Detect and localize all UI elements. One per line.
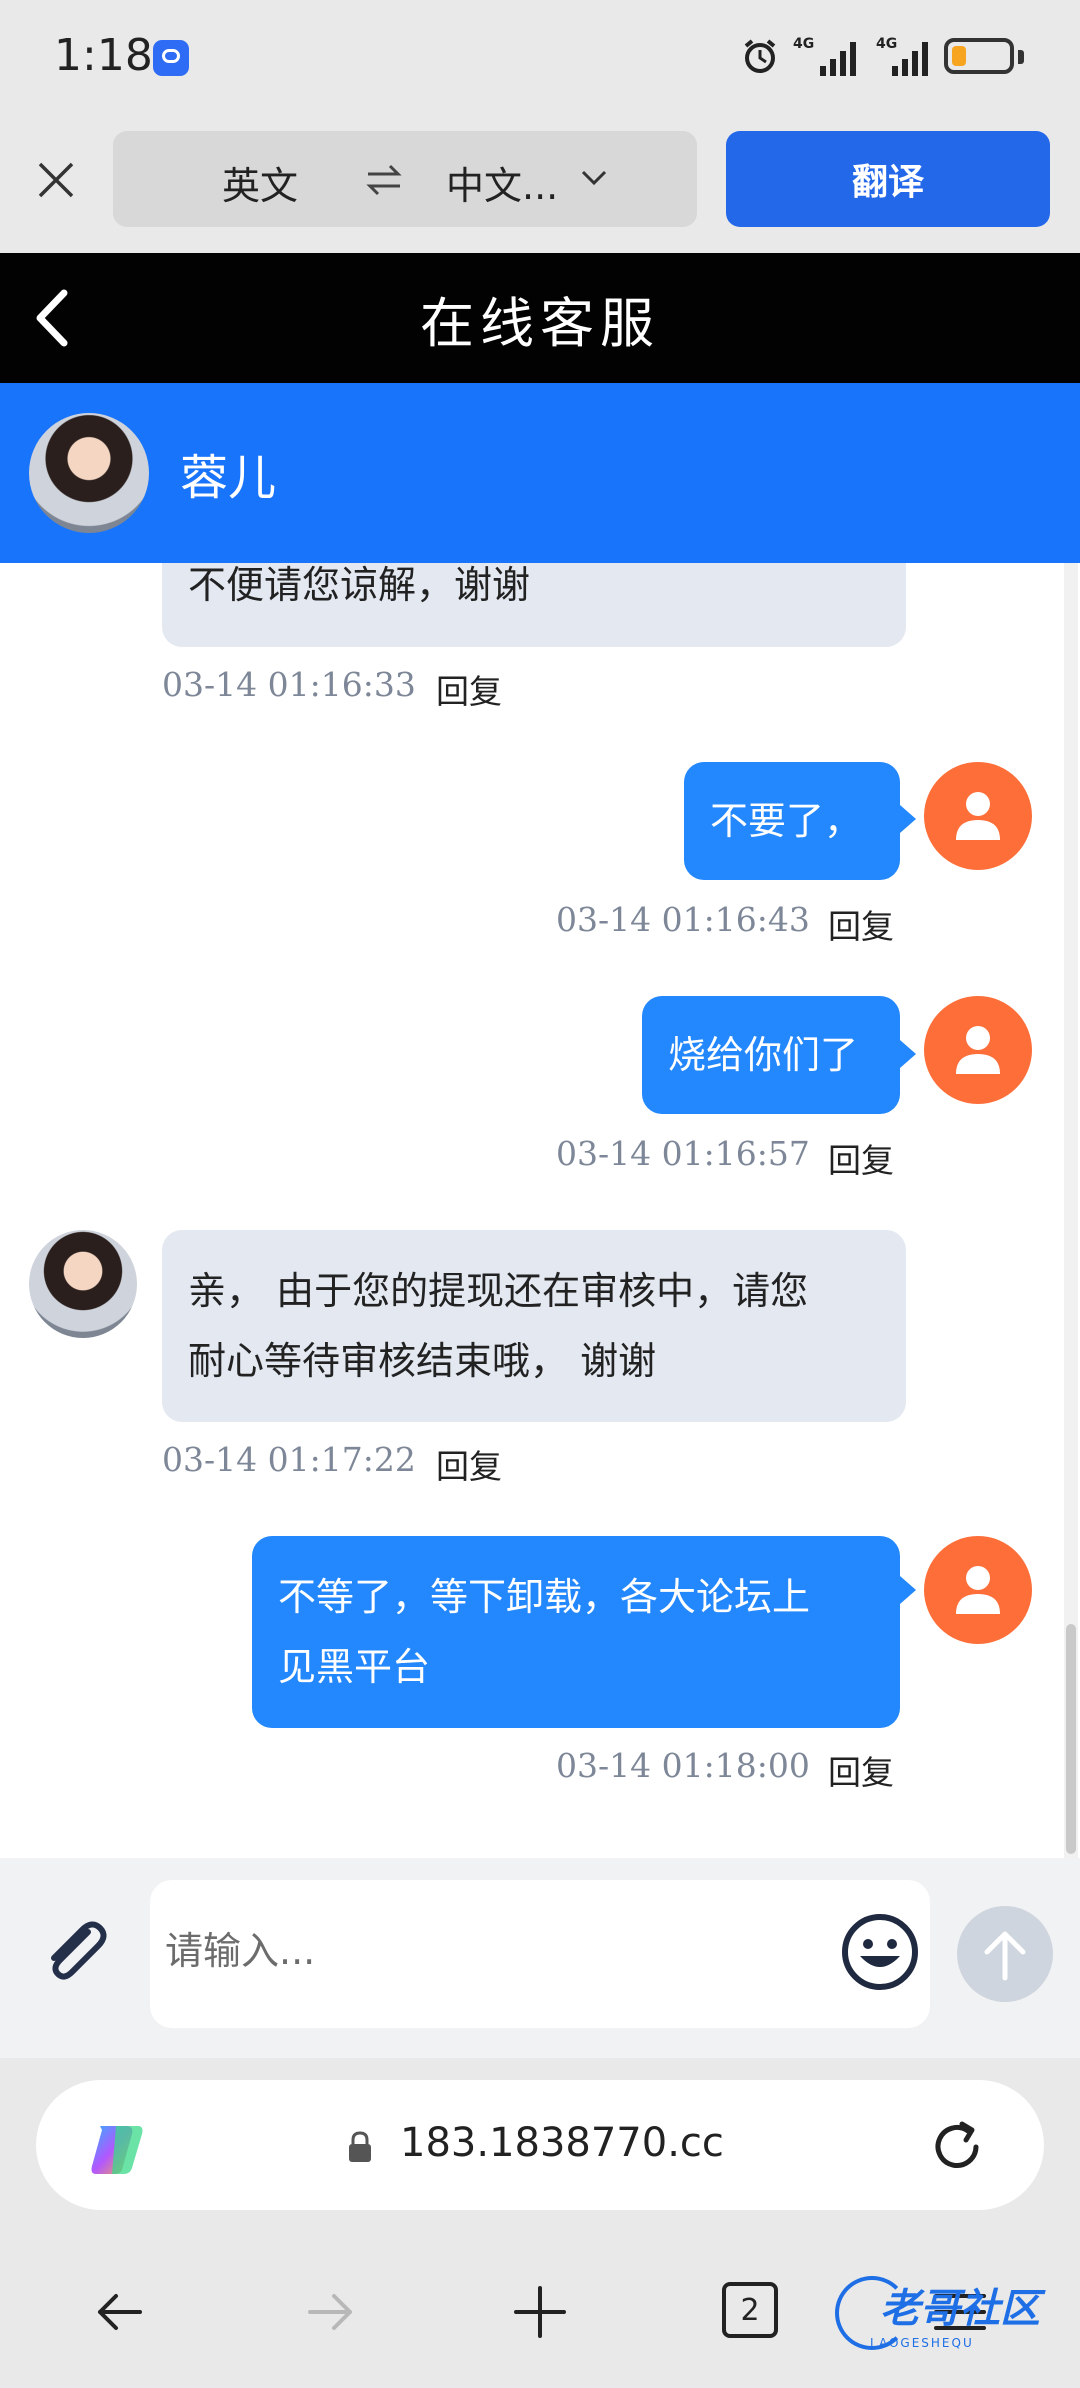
message-timestamp: 03-14 01:18:00 [556,1746,810,1785]
swap-languages-icon[interactable] [364,160,404,200]
chevron-down-icon[interactable] [580,168,608,188]
watermark-subtext: LAOGESHEQU [870,2336,974,2350]
notification-app-icon [153,40,189,76]
send-button[interactable] [957,1906,1053,2002]
reload-icon[interactable] [928,2118,986,2176]
reply-link[interactable]: 回复 [436,1440,502,1488]
status-time: 1:18 [54,30,153,81]
reply-link[interactable]: 回复 [828,1134,894,1182]
user-avatar[interactable] [924,996,1032,1104]
url-text[interactable]: 183.1838770.cc [400,2120,724,2166]
bubble-tail [900,1040,916,1068]
chat-scrollbar-thumb[interactable] [1066,1624,1076,1854]
user-icon [956,1026,1000,1074]
outgoing-message-bubble[interactable]: 不要了， [684,762,900,880]
translate-button[interactable]: 翻译 [726,131,1050,227]
message-timestamp: 03-14 01:16:33 [162,665,416,704]
bubble-tail [900,805,916,833]
copilot-icon[interactable] [86,2116,150,2180]
message-timestamp: 03-14 01:16:57 [556,1134,810,1173]
user-avatar[interactable] [924,1536,1032,1644]
agent-name-overlay: 蓉儿 [180,450,277,506]
back-icon[interactable] [90,2282,150,2342]
message-line: 不要了， [710,799,863,843]
agent-avatar-overlay[interactable] [29,413,149,533]
signal-icon [820,42,856,76]
emoji-icon[interactable] [840,1912,920,1992]
close-icon[interactable] [32,156,80,204]
bubble-tail [900,1576,916,1604]
incoming-message-bubble[interactable]: 亲， 由于您的提现还在审核中，请您 耐心等待审核结束哦， 谢谢 [162,1230,906,1422]
source-language[interactable]: 英文 [222,155,298,210]
lock-icon [349,2131,371,2162]
alarm-icon [744,39,776,73]
new-tab-icon[interactable] [510,2282,570,2342]
signal-icon-2 [892,42,928,76]
outgoing-message-bubble[interactable]: 烧给你们了 [642,996,900,1114]
message-input-placeholder[interactable]: 请输入... [165,1920,315,1975]
agent-header-overlay [0,383,1080,563]
reply-link[interactable]: 回复 [828,900,894,948]
battery-icon [944,38,1014,74]
user-icon [956,1566,1000,1614]
attachment-icon[interactable] [36,1912,114,1990]
message-line: 亲， 由于您的提现还在审核中，请您 [188,1269,809,1313]
user-avatar[interactable] [924,762,1032,870]
reply-link[interactable]: 回复 [436,665,502,713]
message-timestamp: 03-14 01:16:43 [556,900,810,939]
tabs-button[interactable]: 2 [722,2282,778,2338]
target-language[interactable]: 中文... [446,155,558,210]
message-line: 不等了，等下卸载，各大论坛上 [278,1575,811,1619]
watermark-text: 老哥社区 [880,2286,1040,2332]
language-selector[interactable] [113,131,697,227]
message-line: 见黑平台 [278,1645,431,1689]
message-line: 烧给你们了 [668,1033,859,1077]
outgoing-message-bubble[interactable]: 不等了，等下卸载，各大论坛上 见黑平台 [252,1536,900,1728]
page-title: 在线客服 [420,291,660,355]
message-timestamp: 03-14 01:17:22 [162,1440,416,1479]
user-icon [956,792,1000,840]
forward-icon[interactable] [300,2282,360,2342]
reply-link[interactable]: 回复 [828,1746,894,1794]
message-line: 耐心等待审核结束哦， 谢谢 [188,1339,657,1383]
battery-tip [1018,50,1024,64]
network-type-label: 4G [793,36,815,52]
agent-avatar[interactable] [29,1230,137,1338]
arrow-up-icon [984,1931,1026,1981]
